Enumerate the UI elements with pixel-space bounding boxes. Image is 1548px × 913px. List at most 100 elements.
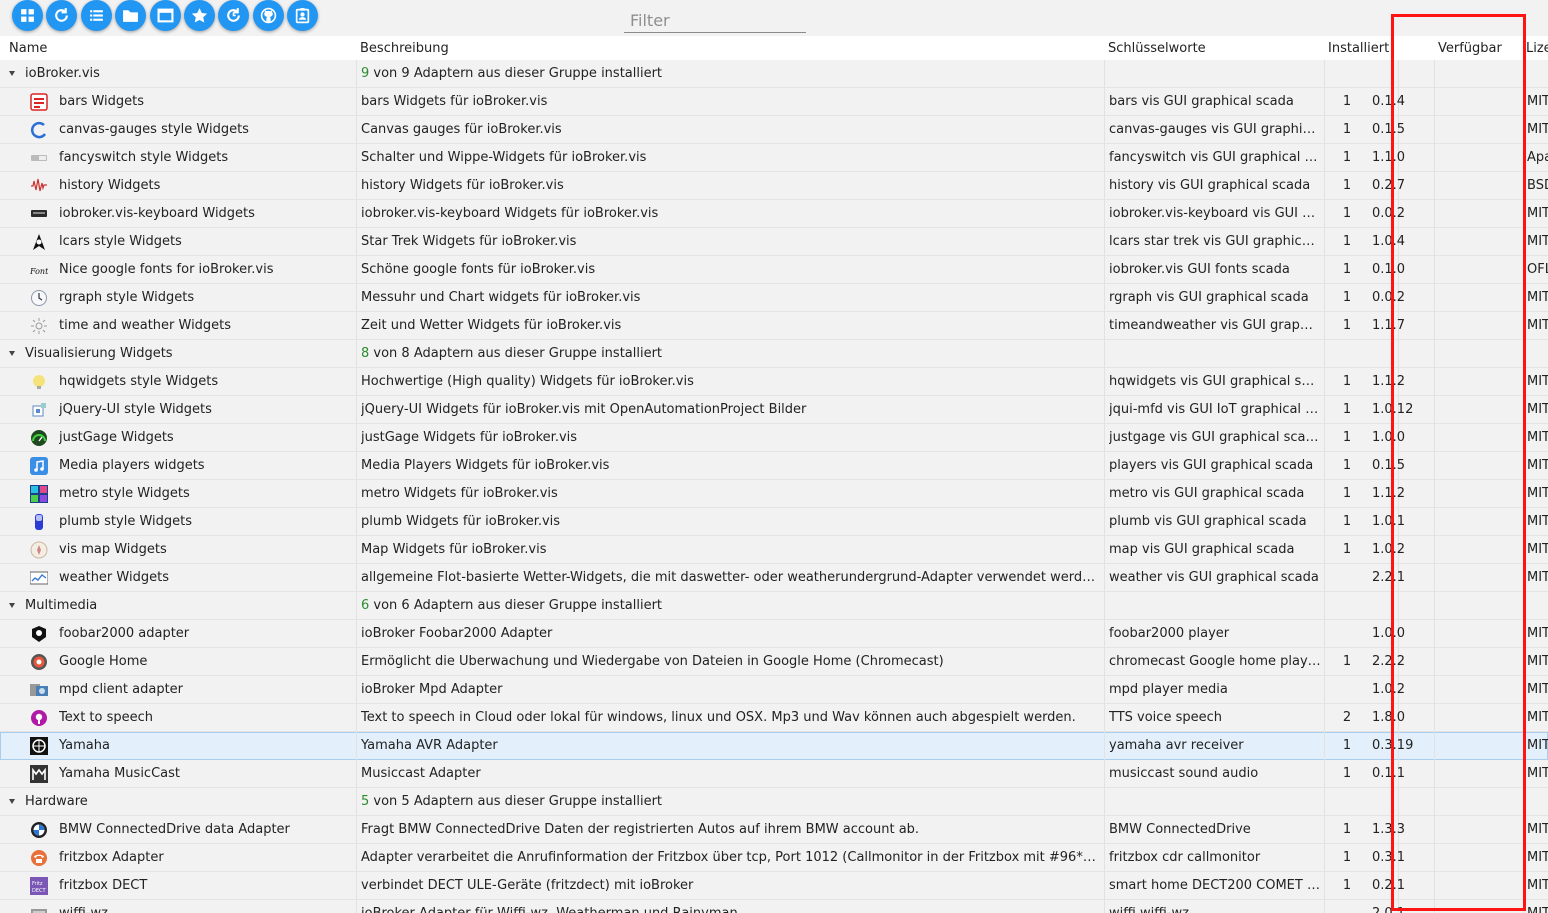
table-row[interactable]: mpd client adapter ioBroker Mpd Adapter mp… [0,676,1548,704]
column-divider [1104,284,1105,312]
adapter-name: Nice google fonts for ioBroker.vis [59,262,274,277]
table-row[interactable]: foobar2000 adapter ioBroker Foobar2000 Ad… [0,620,1548,648]
adapter-keywords: yamaha avr receiver [1109,738,1244,753]
table-row[interactable]: canvas-gauges style Widgets Canvas gauges… [0,116,1548,144]
adapter-version: 1.1.2 [1372,374,1406,389]
group-row[interactable]: ioBroker.vis 9 von 9 Adaptern aus dieser … [0,60,1548,88]
table-row[interactable]: plumb style Widgets plumb Widgets für ioB… [0,508,1548,536]
group-row[interactable]: Multimedia 6 von 6 Adaptern aus dieser Gr… [0,592,1548,620]
column-divider [1524,648,1525,676]
column-header-available[interactable]: Verfügbar [1438,41,1502,56]
table-row[interactable]: rgraph style Widgets Messuhr und Chart wi… [0,284,1548,312]
table-row[interactable]: history Widgets history Widgets für ioBro… [0,172,1548,200]
column-divider [356,788,357,816]
table-row[interactable]: wiffi-wz ioBroker Adapter für Wiffi-wz, W… [0,900,1548,913]
table-row[interactable]: Google Home Ermöglicht die Überwachung un… [0,648,1548,676]
column-divider [1104,704,1105,732]
table-row[interactable]: time and weather Widgets Zeit und Wetter … [0,312,1548,340]
adapter-description: Ermöglicht die Überwachung und Wiedergab… [361,654,944,669]
table-row[interactable]: bars Widgets bars Widgets für ioBroker.vi… [0,88,1548,116]
musiccast-icon [30,765,48,783]
table-row[interactable]: metro style Widgets metro Widgets für ioB… [0,480,1548,508]
contacts-button[interactable] [287,0,319,31]
table-row[interactable]: vis map Widgets Map Widgets für ioBroker.… [0,536,1548,564]
adapter-name: Yamaha MusicCast [59,766,180,781]
column-divider [1104,592,1105,620]
table-row[interactable]: justGage Widgets justGage Widgets für ioB… [0,424,1548,452]
adapter-description: Musiccast Adapter [361,766,481,781]
adapter-name: Google Home [59,654,148,669]
table-row[interactable]: Text to speech Text to speech in Cloud od… [0,704,1548,732]
column-divider [1434,200,1435,228]
adapter-license: MIT [1527,542,1548,557]
favorites-button[interactable] [184,0,215,31]
group-summary-text: von 9 Adaptern aus dieser Gruppe install… [369,66,663,81]
view-tiles-button[interactable] [12,0,43,31]
expand-collapse-icon[interactable] [9,799,15,804]
column-header-installed[interactable]: Installiert [1328,41,1389,56]
column-divider [1524,760,1525,788]
adapter-keywords: history vis GUI graphical scada [1109,178,1311,193]
adapter-description: ioBroker Mpd Adapter [361,682,503,697]
adapter-license: MIT [1527,234,1548,249]
adapter-description: plumb Widgets für ioBroker.vis [361,514,561,529]
table-row[interactable]: Media players widgets Media Players Widge… [0,452,1548,480]
column-divider [356,536,357,564]
group-row[interactable]: Visualisierung Widgets 8 von 8 Adaptern a… [0,340,1548,368]
update-icon [225,7,242,24]
github-button[interactable] [252,0,284,31]
column-divider [1324,284,1325,312]
table-row[interactable]: lcars style Widgets Star Trek Widgets für… [0,228,1548,256]
column-divider [1104,144,1105,172]
table-row[interactable]: weather Widgets allgemeine Flot-basierte … [0,564,1548,592]
adapter-keywords: musiccast sound audio [1109,766,1259,781]
column-header-license[interactable]: Lize [1526,41,1548,56]
adapter-version: 1.0.1 [1372,514,1406,529]
table-row[interactable]: Yamaha Yamaha AVR Adapter yamaha avr recei… [0,732,1548,760]
adapter-keywords: fancyswitch vis GUI graphical sc... [1109,150,1321,165]
expand-collapse-icon[interactable] [9,351,15,356]
adapter-description: Text to speech in Cloud oder lokal für w… [361,710,1076,725]
adapter-version: 1.0.12 [1372,402,1414,417]
svg-text:Fritz: Fritz [32,881,43,887]
column-header-description[interactable]: Beschreibung [360,41,449,56]
group-row[interactable]: Hardware 5 von 5 Adaptern aus dieser Grup… [0,788,1548,816]
adapter-installed-count: 2 [1342,710,1352,725]
column-divider [1324,508,1325,536]
filter-input[interactable] [624,9,806,33]
adapter-description: iobroker.vis-keyboard Widgets für ioBrok… [361,206,659,221]
folder-button[interactable] [115,0,147,31]
table-row[interactable]: BMW ConnectedDrive data Adapter Fragt BMW… [0,816,1548,844]
table-row[interactable]: Yamaha MusicCast Musiccast Adapter musicca… [0,760,1548,788]
table-row[interactable]: Fonts Nice google fonts for ioBroker.vis S… [0,256,1548,284]
clock-icon [30,289,48,307]
adapter-description: allgemeine Flot-basierte Wetter-Widgets,… [361,570,1099,585]
update-button[interactable] [218,0,250,31]
column-divider [1524,340,1525,368]
column-divider [356,844,357,872]
column-header-keywords[interactable]: Schlüsselworte [1108,41,1206,56]
table-row[interactable]: iobroker.vis-keyboard Widgets iobroker.vi… [0,200,1548,228]
column-divider [1324,396,1325,424]
table-row[interactable]: fancyswitch style Widgets Schalter und Wi… [0,144,1548,172]
adapter-installed-count: 1 [1342,822,1352,837]
adapter-name: wiffi-wz [59,906,351,913]
expand-collapse-icon[interactable] [9,71,15,76]
adapter-description: metro Widgets für ioBroker.vis [361,486,558,501]
table-row[interactable]: Fritz DECT fritzbox DECT verbindet DECT ULE… [0,872,1548,900]
column-divider [1434,452,1435,480]
column-header-name[interactable]: Name [9,41,47,56]
column-divider [356,760,357,788]
column-divider [356,228,357,256]
table-row[interactable]: jQuery-UI style Widgets jQuery-UI Widgets… [0,396,1548,424]
expand-collapse-icon[interactable] [9,603,15,608]
refresh-button[interactable] [46,0,78,31]
group-summary: 8 von 8 Adaptern aus dieser Gruppe insta… [361,346,1096,361]
table-row[interactable]: hqwidgets style Widgets Hochwertige (High… [0,368,1548,396]
table-header: Name Beschreibung Schlüsselworte Install… [0,36,1548,61]
adapter-keywords: iobroker.vis-keyboard vis GUI g... [1109,206,1321,221]
window-button[interactable] [149,0,181,31]
list-view-button[interactable] [80,0,112,31]
table-row[interactable]: fritzbox Adapter Adapter verarbeitet die … [0,844,1548,872]
column-divider [1434,368,1435,396]
